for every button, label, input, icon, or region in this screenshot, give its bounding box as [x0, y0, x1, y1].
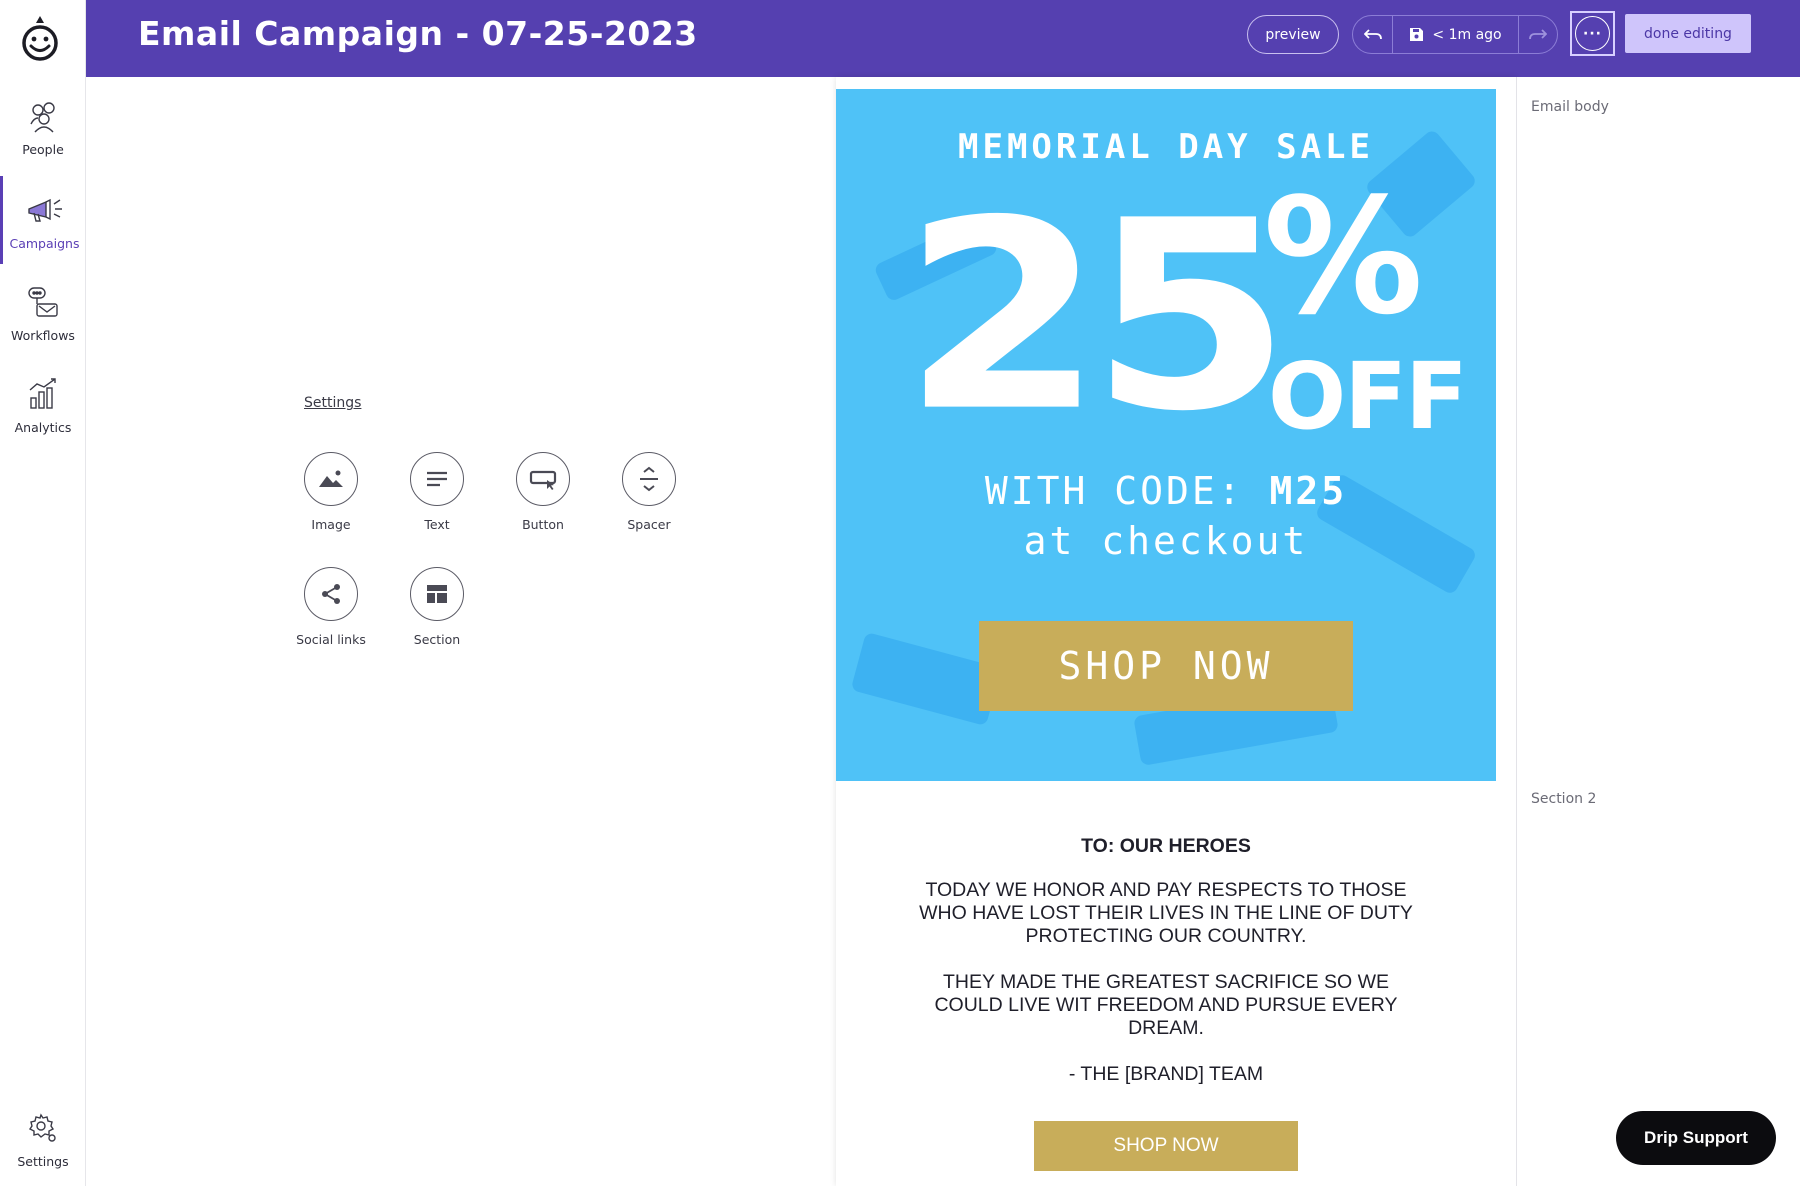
nav-item-people[interactable]: People: [0, 82, 86, 170]
hero-discount-number: 25: [902, 165, 1292, 469]
hero-subtitle: MEMORIAL DAY SALE: [958, 127, 1374, 167]
email-paragraph-2[interactable]: THEY MADE THE GREATEST SACRIFICE SO WE C…: [836, 971, 1496, 1040]
email-signoff[interactable]: - THE [BRAND] TEAM: [836, 1063, 1496, 1086]
nav-item-settings[interactable]: Settings: [0, 1094, 86, 1182]
preview-button[interactable]: preview: [1247, 15, 1339, 54]
settings-link[interactable]: Settings: [304, 395, 361, 411]
hero-code-line: WITH CODE: M25: [836, 469, 1496, 513]
nav-label: Workflows: [11, 327, 75, 343]
redo-button[interactable]: [1519, 16, 1557, 53]
email-paragraph-1[interactable]: TODAY WE HONOR AND PAY RESPECTS TO THOSE…: [836, 879, 1496, 948]
block-spacer[interactable]: Spacer: [609, 452, 689, 532]
nav-label: Campaigns: [9, 235, 80, 251]
drip-logo-icon[interactable]: [18, 14, 62, 62]
save-status[interactable]: < 1m ago: [1393, 16, 1519, 53]
save-status-text: < 1m ago: [1432, 26, 1502, 43]
more-icon: ···: [1575, 16, 1610, 51]
nav-item-workflows[interactable]: Workflows: [0, 268, 86, 356]
undo-button[interactable]: [1353, 16, 1393, 53]
megaphone-icon: [25, 190, 65, 230]
page-title: Email Campaign - 07-25-2023: [138, 14, 698, 53]
spacer-icon: [622, 452, 676, 506]
history-controls: < 1m ago: [1352, 15, 1558, 54]
section-icon: [410, 567, 464, 621]
redo-icon: [1529, 28, 1547, 39]
hero-image-block[interactable]: MEMORIAL DAY SALE 25 % OFF WITH CODE: M2…: [836, 89, 1496, 781]
outline-panel: Email body Section 2: [1516, 77, 1800, 1186]
nav-label: Analytics: [14, 419, 72, 435]
more-options-button[interactable]: ···: [1570, 11, 1615, 56]
block-image[interactable]: Image: [291, 452, 371, 532]
outline-section-2[interactable]: Section 2: [1531, 791, 1596, 807]
shop-now-button[interactable]: SHOP NOW: [1034, 1121, 1298, 1171]
left-nav: People Campaigns Workflows Analytics Set…: [0, 0, 86, 1186]
block-palette: Settings Image Text Button Spacer Social…: [86, 77, 836, 1186]
hero-shop-now-button[interactable]: SHOP NOW: [979, 621, 1353, 711]
block-label: Image: [311, 517, 351, 532]
hero-off-text: OFF: [1268, 343, 1468, 450]
block-section[interactable]: Section: [397, 567, 477, 647]
image-icon: [304, 452, 358, 506]
drip-support-button[interactable]: Drip Support: [1616, 1111, 1776, 1165]
button-icon: [516, 452, 570, 506]
hero-code-prefix: WITH CODE:: [984, 469, 1270, 513]
block-label: Button: [522, 517, 564, 532]
block-text[interactable]: Text: [397, 452, 477, 532]
block-label: Spacer: [627, 517, 671, 532]
hero-promo-code: M25: [1269, 469, 1348, 513]
done-editing-button[interactable]: done editing: [1625, 14, 1751, 53]
block-button[interactable]: Button: [503, 452, 583, 532]
top-header: Email Campaign - 07-25-2023 preview < 1m…: [86, 0, 1800, 77]
hero-percent-sign: %: [1263, 163, 1424, 350]
nav-item-campaigns[interactable]: Campaigns: [0, 176, 86, 264]
block-social-links[interactable]: Social links: [291, 567, 371, 647]
email-canvas[interactable]: MEMORIAL DAY SALE 25 % OFF WITH CODE: M2…: [836, 77, 1516, 1186]
outline-email-body[interactable]: Email body: [1531, 99, 1609, 115]
nav-label: People: [22, 141, 64, 157]
block-label: Section: [413, 632, 461, 647]
hero-checkout-text: at checkout: [1023, 519, 1309, 563]
gear-icon: [23, 1108, 63, 1148]
workflow-icon: [23, 282, 63, 322]
block-label: Social links: [296, 632, 366, 647]
block-label: Text: [424, 517, 450, 532]
email-heading[interactable]: TO: OUR HEROES: [836, 835, 1496, 858]
nav-label: Settings: [17, 1153, 69, 1169]
analytics-icon: [23, 374, 63, 414]
nav-item-analytics[interactable]: Analytics: [0, 360, 86, 448]
text-icon: [410, 452, 464, 506]
people-icon: [23, 96, 63, 136]
save-icon: [1409, 27, 1424, 42]
share-icon: [304, 567, 358, 621]
undo-icon: [1363, 28, 1382, 39]
